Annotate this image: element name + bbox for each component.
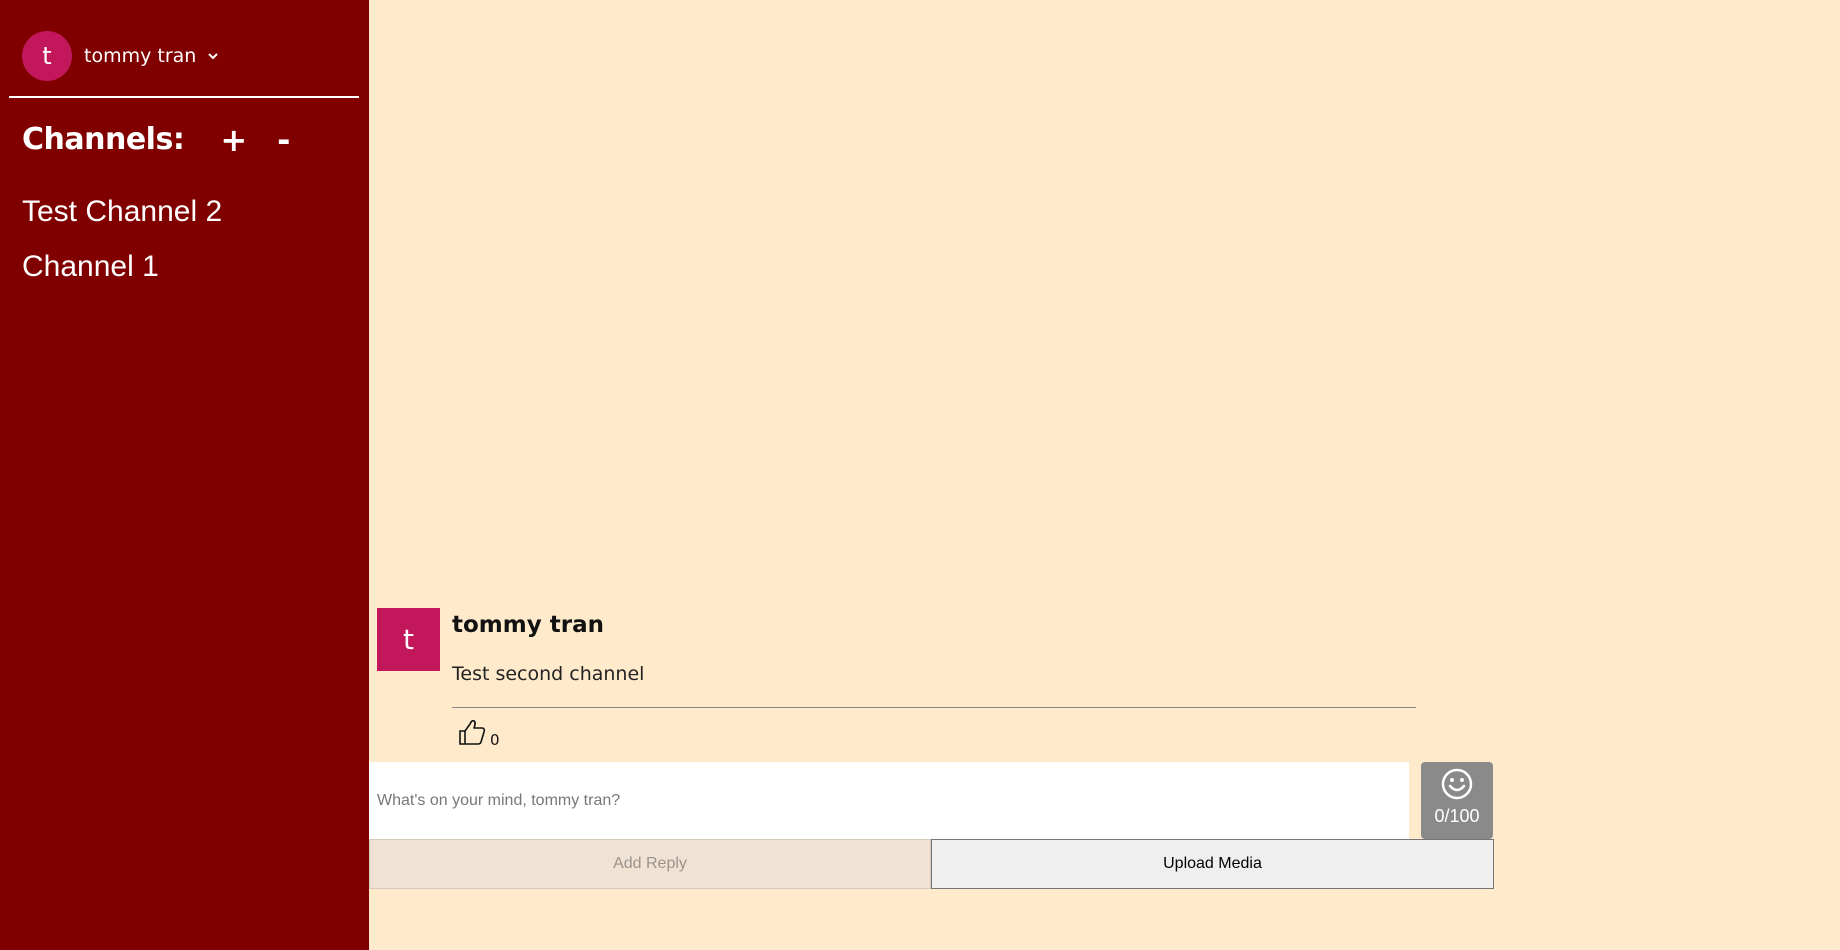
user-name: tommy tran <box>84 45 197 67</box>
add-channel-button[interactable]: + <box>220 124 247 156</box>
char-count: 0/100 <box>1434 806 1480 826</box>
remove-channel-button[interactable]: - <box>277 124 290 156</box>
channels-title: Channels: <box>22 122 185 157</box>
user-menu[interactable]: t tommy tran <box>22 31 220 81</box>
smiley-icon <box>1441 768 1473 804</box>
like-row: 0 <box>458 719 500 749</box>
emoji-button[interactable]: 0/100 <box>1421 762 1493 839</box>
message-text: Test second channel <box>452 663 645 685</box>
reply-input[interactable] <box>369 762 1409 839</box>
channel-item-channel-1[interactable]: Channel 1 <box>22 247 222 302</box>
main-panel: t tommy tran Test second channel 0 0/100 <box>369 0 1840 950</box>
channels-header: Channels: + - <box>22 122 290 157</box>
upload-media-button[interactable]: Upload Media <box>931 839 1494 889</box>
avatar: t <box>22 31 72 81</box>
channel-list: Test Channel 2 Channel 1 <box>22 192 222 302</box>
channel-item-test-channel-2[interactable]: Test Channel 2 <box>22 192 222 247</box>
like-button[interactable] <box>458 719 486 749</box>
sidebar-divider <box>9 96 359 98</box>
message-avatar: t <box>377 608 440 671</box>
message-divider <box>452 707 1416 708</box>
thumbs-up-icon <box>458 719 486 749</box>
message-author: tommy tran <box>452 612 604 638</box>
add-reply-button[interactable]: Add Reply <box>369 839 931 889</box>
like-count: 0 <box>490 731 500 749</box>
sidebar: t tommy tran Channels: + - Test Channel … <box>0 0 369 950</box>
chevron-down-icon <box>206 49 220 63</box>
